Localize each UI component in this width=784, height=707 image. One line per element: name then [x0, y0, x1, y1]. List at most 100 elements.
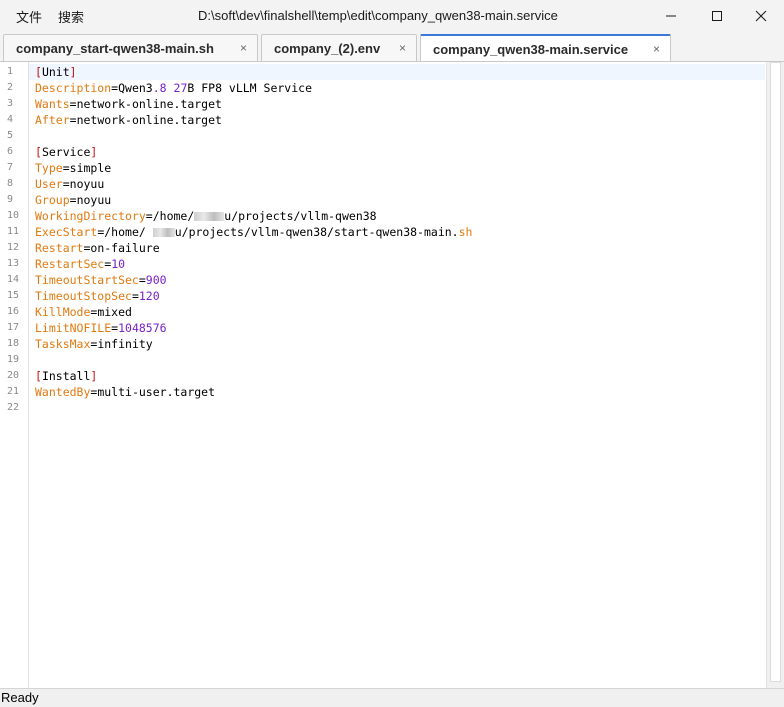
- bracket: [: [35, 369, 42, 383]
- section-name: Service: [41, 145, 91, 159]
- tab-close-icon[interactable]: ×: [240, 41, 247, 55]
- number-token: 120: [138, 289, 160, 303]
- config-value: /home/: [104, 225, 153, 239]
- code-line: RestartSec=10: [35, 256, 758, 272]
- config-key: Restart: [35, 241, 84, 255]
- config-value: network-online.target: [76, 97, 222, 111]
- line-number: 20: [7, 370, 20, 381]
- line-number: 9: [7, 194, 14, 205]
- vertical-scrollbar[interactable]: [766, 62, 784, 688]
- config-key: Wants: [35, 97, 70, 111]
- maximize-button[interactable]: [694, 0, 740, 32]
- code-line: User=noyuu: [35, 176, 758, 192]
- config-key: WorkingDirectory: [35, 209, 146, 223]
- code-line: TasksMax=infinity: [35, 336, 758, 352]
- config-value: infinity: [97, 337, 153, 351]
- tab-service[interactable]: company_qwen38-main.service ×: [420, 34, 671, 62]
- bracket: ]: [90, 145, 98, 159]
- redacted-username: [152, 228, 175, 237]
- status-bar: Ready: [0, 688, 784, 707]
- line-number: 16: [7, 306, 20, 317]
- config-value: mixed: [97, 305, 132, 319]
- config-key: RestartSec: [35, 257, 105, 271]
- close-button[interactable]: [738, 0, 784, 32]
- tab-env[interactable]: company_(2).env ×: [261, 34, 417, 62]
- file-extension: sh: [458, 225, 473, 239]
- bracket: ]: [69, 65, 77, 79]
- code-line: [Unit]: [29, 64, 765, 80]
- section-name: Install: [41, 369, 91, 383]
- code-line: Type=simple: [35, 160, 758, 176]
- tab-label: company_qwen38-main.service: [433, 42, 629, 57]
- title-bar: 文件 搜索 D:\soft\dev\finalshell\temp\edit\c…: [0, 0, 784, 32]
- code-line: Description=Qwen3.8 27B FP8 vLLM Service: [35, 80, 758, 96]
- minimize-button[interactable]: [648, 0, 694, 32]
- config-key: Group: [35, 193, 70, 207]
- line-number: 8: [7, 178, 14, 189]
- line-number: 11: [7, 226, 20, 237]
- config-key: Description: [35, 81, 112, 95]
- code-line: After=network-online.target: [35, 112, 758, 128]
- scrollbar-thumb[interactable]: [770, 62, 781, 682]
- line-number: 4: [7, 114, 14, 125]
- bracket: [: [35, 65, 42, 79]
- line-number: 17: [7, 322, 20, 333]
- line-number: 10: [7, 210, 20, 221]
- code-editor[interactable]: 1 2 3 4 5 6 7 8 9 10 11 12 13 14 15 16 1…: [0, 62, 784, 688]
- maximize-icon: [712, 11, 722, 21]
- line-number: 1: [7, 66, 14, 77]
- config-key: TasksMax: [35, 337, 91, 351]
- number-token: 10: [111, 257, 126, 271]
- close-icon: [755, 10, 767, 22]
- line-number: 22: [7, 402, 20, 413]
- line-number: 2: [7, 82, 14, 93]
- config-value: /home/: [152, 209, 195, 223]
- config-value: noyuu: [76, 193, 112, 207]
- number-token: .8: [152, 81, 174, 95]
- window-title: D:\soft\dev\finalshell\temp\edit\company…: [198, 8, 558, 23]
- line-number-gutter: 1 2 3 4 5 6 7 8 9 10 11 12 13 14 15 16 1…: [0, 62, 29, 688]
- minimize-icon: [666, 15, 676, 17]
- equals-sign: =: [131, 289, 139, 303]
- code-line: TimeoutStopSec=120: [35, 288, 758, 304]
- config-key: LimitNOFILE: [35, 321, 112, 335]
- tab-start-script[interactable]: company_start-qwen38-main.sh ×: [3, 34, 258, 62]
- tab-label: company_(2).env: [274, 41, 381, 56]
- status-text: Ready: [1, 690, 39, 705]
- code-line: ExecStart=/home/ u/projects/vllm-qwen38/…: [35, 224, 758, 240]
- number-token: 27: [173, 81, 188, 95]
- section-name: Unit: [41, 65, 70, 79]
- config-value: Qwen3: [118, 81, 153, 95]
- config-value: noyuu: [69, 177, 105, 191]
- line-number: 7: [7, 162, 14, 173]
- config-key: ExecStart: [35, 225, 98, 239]
- line-number: 14: [7, 274, 20, 285]
- code-area[interactable]: [Unit] Description=Qwen3.8 27B FP8 vLLM …: [29, 64, 765, 416]
- tab-close-icon[interactable]: ×: [399, 41, 406, 55]
- equals-sign: =: [69, 193, 77, 207]
- config-key: KillMode: [35, 305, 91, 319]
- line-number: 19: [7, 354, 20, 365]
- line-number: 3: [7, 98, 14, 109]
- menu-search[interactable]: 搜索: [58, 7, 84, 26]
- number-token: 900: [145, 273, 167, 287]
- menu-file[interactable]: 文件: [16, 7, 42, 26]
- config-value: B FP8 vLLM Service: [187, 81, 312, 95]
- line-number: 12: [7, 242, 20, 253]
- code-line: Restart=on-failure: [35, 240, 758, 256]
- equals-sign: =: [69, 113, 77, 127]
- config-key: WantedBy: [35, 385, 91, 399]
- config-key: TimeoutStopSec: [35, 289, 132, 303]
- config-value: simple: [69, 161, 112, 175]
- code-line: WantedBy=multi-user.target: [35, 384, 758, 400]
- line-number: 5: [7, 130, 14, 141]
- bracket: [: [35, 145, 42, 159]
- config-value: u/projects/vllm-qwen38/start-qwen38-main…: [174, 225, 459, 239]
- config-value: network-online.target: [76, 113, 222, 127]
- equals-sign: =: [138, 273, 146, 287]
- tab-close-icon[interactable]: ×: [653, 42, 660, 56]
- code-line: WorkingDirectory=/home/u/projects/vllm-q…: [35, 208, 758, 224]
